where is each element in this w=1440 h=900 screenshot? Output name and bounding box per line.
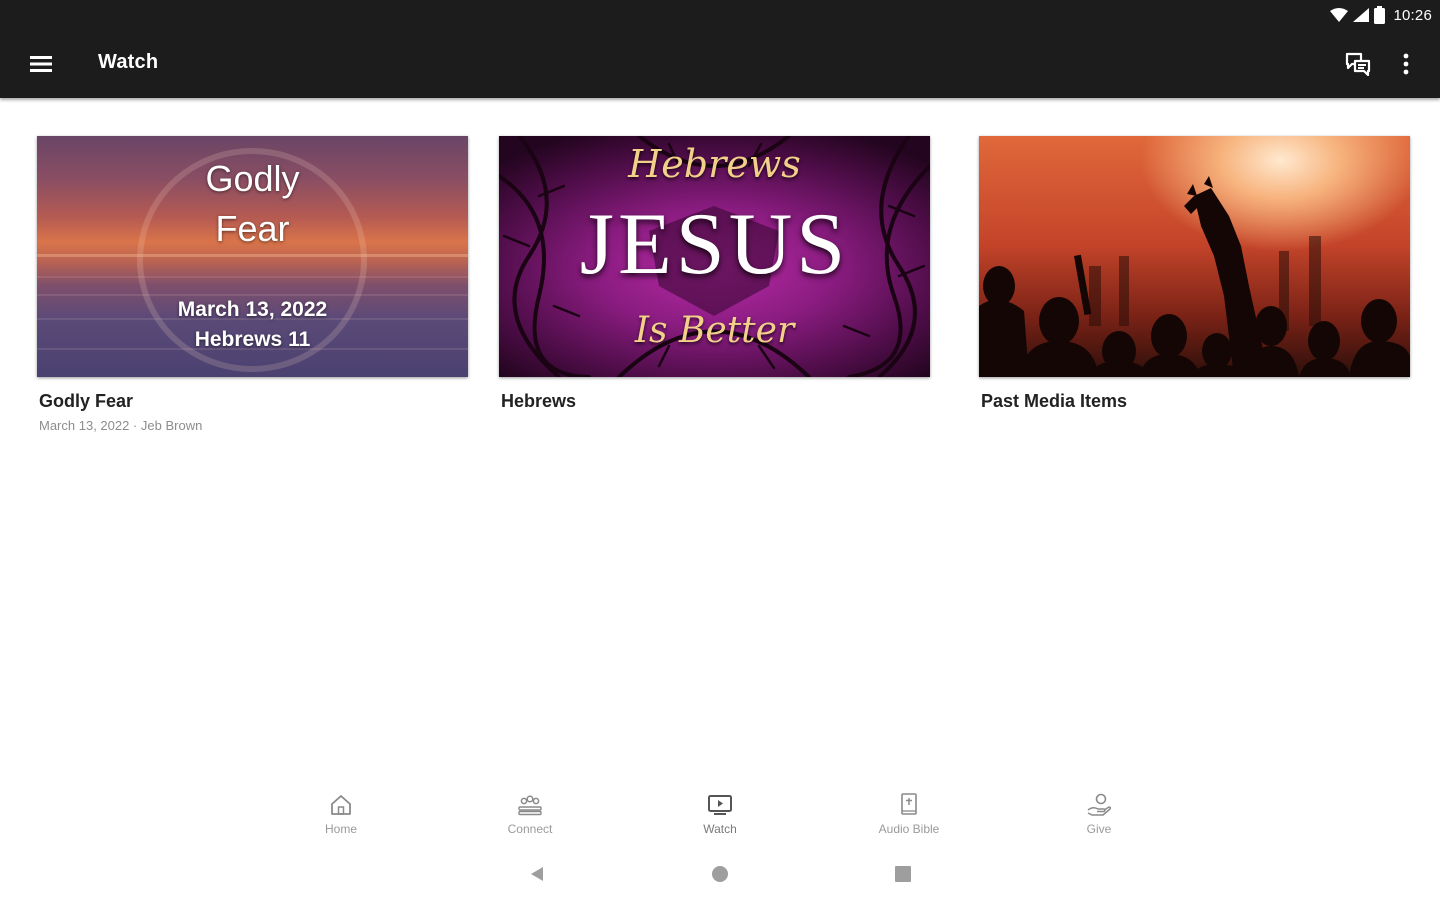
nav-item-connect[interactable]: Connect bbox=[470, 792, 590, 836]
thumbnail-text: Hebrews bbox=[628, 142, 801, 186]
system-home-button[interactable] bbox=[706, 860, 734, 888]
app-bar: Watch bbox=[0, 30, 1440, 98]
system-navigation-bar bbox=[0, 848, 1440, 900]
system-recents-button[interactable] bbox=[889, 860, 917, 888]
system-back-button[interactable] bbox=[523, 860, 551, 888]
nav-item-give[interactable]: Give bbox=[1039, 792, 1159, 836]
nav-item-home[interactable]: Home bbox=[281, 792, 401, 836]
bottom-navigation: Home Connect Watch Audio Bible Give bbox=[0, 782, 1440, 848]
card-title: Godly Fear bbox=[39, 391, 134, 411]
card-thumbnail bbox=[979, 136, 1410, 377]
nav-item-watch[interactable]: Watch bbox=[660, 792, 780, 836]
recents-square-icon bbox=[895, 866, 911, 882]
back-triangle-icon bbox=[531, 867, 543, 881]
nav-label: Watch bbox=[703, 822, 737, 836]
chat-button[interactable] bbox=[1338, 44, 1378, 84]
nav-label: Audio Bible bbox=[878, 822, 940, 836]
watch-icon bbox=[708, 795, 732, 815]
card-subtitle: March 13, 2022 · Jeb Brown bbox=[39, 418, 203, 433]
nav-label: Give bbox=[1086, 822, 1112, 836]
card-title: Past Media Items bbox=[981, 391, 1128, 411]
thumbnail-text: Is Better bbox=[634, 310, 795, 351]
status-bar: 10:26 bbox=[0, 0, 1440, 30]
wave-line bbox=[37, 276, 468, 278]
connect-icon bbox=[518, 795, 542, 816]
status-time: 10:26 bbox=[1393, 6, 1432, 24]
media-card-godly-fear[interactable]: Godly Fear March 13, 2022 Hebrews 11 God… bbox=[37, 136, 468, 433]
horizon-line bbox=[37, 254, 468, 257]
thumbnail-text: Godly bbox=[205, 158, 300, 199]
more-vertical-icon bbox=[1403, 53, 1409, 75]
media-card-hebrews[interactable]: Hebrews JESUS Is Better Hebrews bbox=[499, 136, 930, 418]
battery-icon bbox=[1374, 6, 1386, 24]
app-screen: 10:26 Watch Godly Fear March 13, 2022 He… bbox=[0, 0, 1440, 900]
nav-label: Home bbox=[324, 822, 357, 836]
more-options-button[interactable] bbox=[1386, 44, 1426, 84]
hamburger-menu-icon bbox=[30, 56, 52, 72]
nav-item-audio-bible[interactable]: Audio Bible bbox=[849, 792, 969, 836]
give-icon bbox=[1087, 793, 1112, 816]
page-title: Watch bbox=[98, 51, 159, 73]
home-circle-icon bbox=[712, 866, 728, 882]
home-icon bbox=[331, 795, 351, 815]
worship-crowd-graphic bbox=[979, 176, 1410, 377]
card-thumbnail: Godly Fear March 13, 2022 Hebrews 11 bbox=[37, 136, 468, 377]
status-icons: 10:26 bbox=[1330, 5, 1432, 25]
thumbnail-text: March 13, 2022 bbox=[177, 298, 328, 321]
thumbnail-text: Fear bbox=[215, 208, 290, 249]
media-card-past-media-items[interactable]: Past Media Items bbox=[979, 136, 1410, 418]
audio-bible-icon bbox=[901, 793, 917, 815]
nav-label: Connect bbox=[507, 822, 553, 836]
card-thumbnail: Hebrews JESUS Is Better bbox=[499, 136, 930, 377]
wifi-icon bbox=[1330, 8, 1349, 22]
chat-bubbles-icon bbox=[1345, 52, 1371, 76]
thumbnail-text: JESUS bbox=[579, 196, 850, 293]
cell-signal-icon bbox=[1353, 8, 1370, 22]
wave-line bbox=[37, 294, 468, 296]
menu-button[interactable] bbox=[21, 44, 61, 84]
card-title: Hebrews bbox=[501, 391, 577, 411]
thumbnail-text: Hebrews 11 bbox=[194, 328, 311, 351]
